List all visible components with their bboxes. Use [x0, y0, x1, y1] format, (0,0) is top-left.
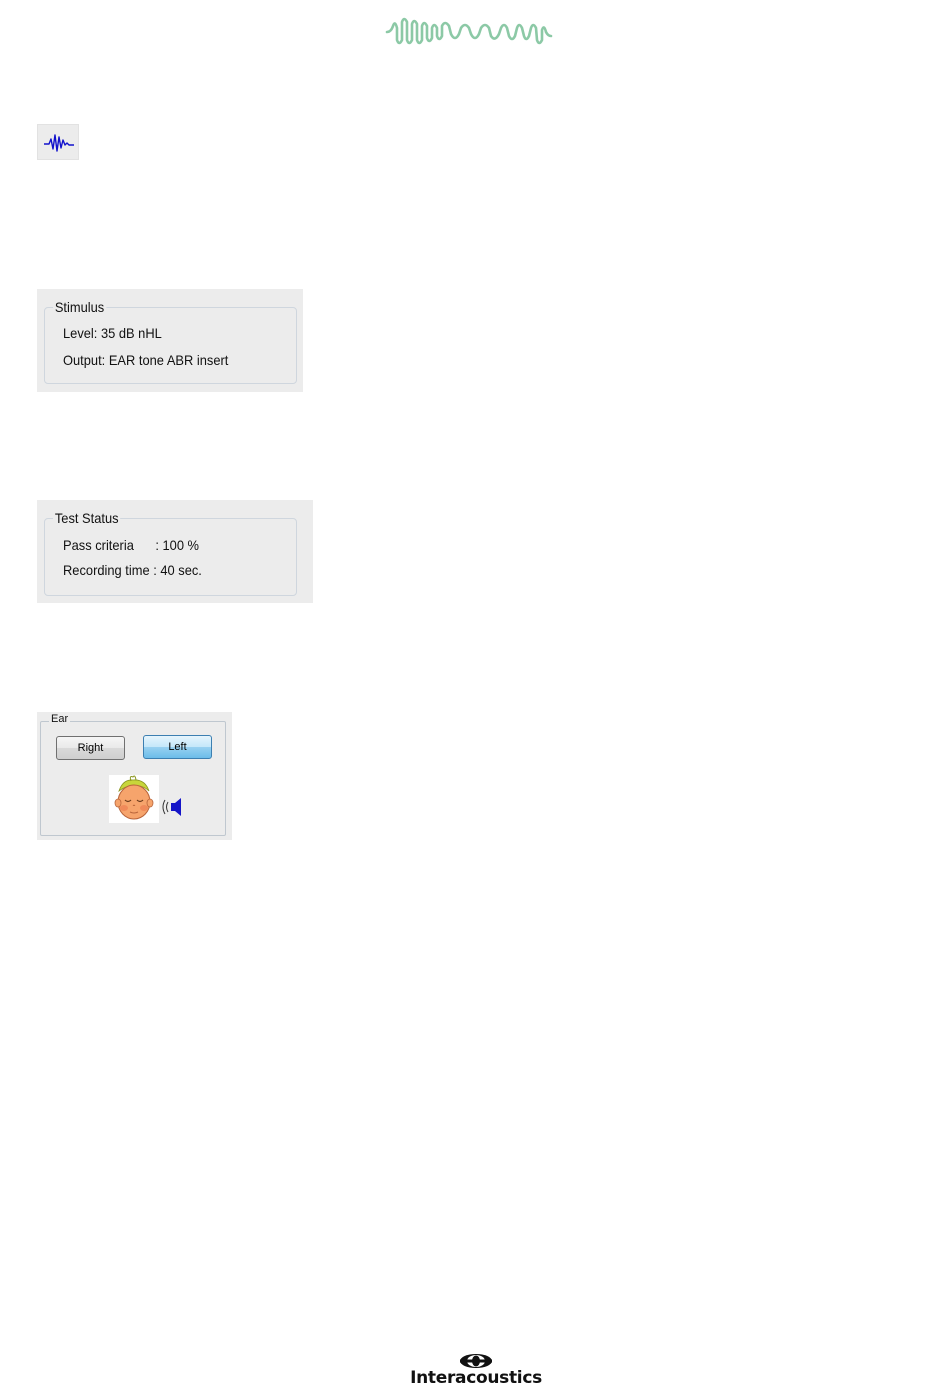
brand-name: Interacoustics: [410, 1368, 542, 1388]
test-status-legend: Test Status: [53, 510, 121, 526]
ear-legend: Ear: [49, 713, 71, 726]
stimulus-panel: Stimulus Level: 35 dB nHL Output: EAR to…: [37, 289, 303, 392]
stimulus-level: Level: 35 dB nHL: [63, 325, 162, 341]
speaker-icon: [162, 798, 181, 816]
abr-waveform-icon: [44, 134, 74, 152]
interacoustics-logo-icon: [460, 1354, 492, 1368]
left-ear-button[interactable]: Left: [143, 735, 212, 759]
baby-head-icon: [109, 775, 159, 823]
recording-time: Recording time : 40 sec.: [63, 562, 202, 578]
header-wave-icon: [385, 17, 553, 45]
ear-panel: Ear Right Left: [37, 712, 232, 840]
test-status-panel: Test Status Pass criteria : 100 % Record…: [37, 500, 313, 603]
right-ear-button[interactable]: Right: [56, 736, 125, 760]
stimulus-legend: Stimulus: [53, 299, 107, 315]
test-status-groupbox: [44, 518, 297, 596]
pass-criteria: Pass criteria : 100 %: [63, 537, 200, 553]
interacoustics-logo: Interacoustics: [396, 1352, 556, 1390]
stimulus-output: Output: EAR tone ABR insert: [63, 352, 229, 368]
stimulus-groupbox: [44, 307, 297, 384]
abr-test-button[interactable]: [37, 124, 79, 160]
